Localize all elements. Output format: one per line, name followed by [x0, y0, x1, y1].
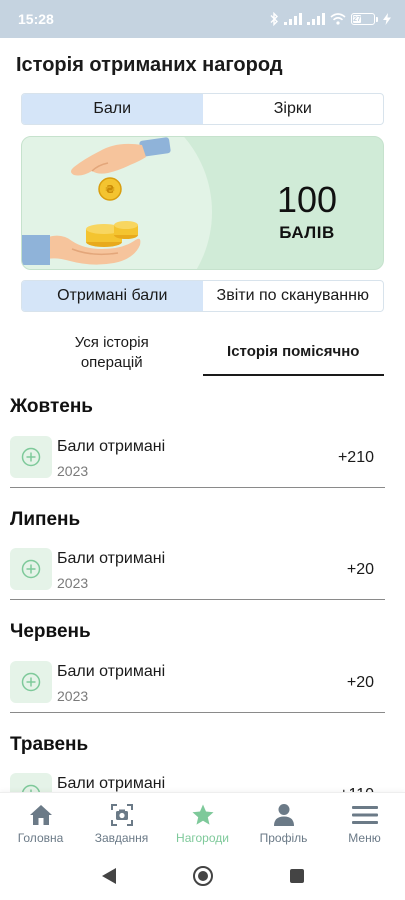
list-item[interactable]: Бали отримані 2023 +20 — [10, 548, 385, 600]
scan-icon — [110, 803, 134, 827]
status-bar: 15:28 27 — [0, 0, 405, 38]
status-icons: 27 — [269, 12, 391, 26]
entry-label: Бали отримані — [57, 663, 166, 680]
nav-rewards[interactable]: Нагороди — [162, 793, 243, 852]
back-triangle-icon — [101, 868, 116, 884]
signal-icon — [284, 13, 302, 25]
back-button[interactable] — [97, 864, 121, 888]
person-icon — [273, 803, 295, 827]
entry-label: Бали отримані — [57, 550, 166, 567]
month-title: Жовтень — [10, 396, 93, 417]
month-title: Травень — [10, 734, 89, 755]
plus-circle-icon — [10, 661, 52, 703]
points-value: 100 — [276, 179, 338, 220]
status-time: 15:28 — [18, 11, 54, 27]
reward-type-tabs: Бали Зірки — [21, 93, 384, 125]
star-icon — [191, 803, 215, 827]
home-circle-icon — [192, 866, 213, 886]
entry-year: 2023 — [57, 463, 89, 479]
tab-monthly-history[interactable]: Історія помісячно — [202, 330, 384, 376]
plus-circle-icon — [10, 436, 52, 478]
tab-scan-reports[interactable]: Звіти по скануванню — [203, 281, 384, 311]
entry-year: 2023 — [57, 688, 89, 704]
nav-menu[interactable]: Меню — [324, 793, 405, 852]
wifi-icon — [330, 13, 346, 25]
svg-text:₴: ₴ — [105, 183, 114, 196]
nav-tasks[interactable]: Завдання — [81, 793, 162, 852]
coins-hands-illustration: ₴ — [22, 137, 171, 265]
nav-menu-label: Меню — [348, 831, 381, 845]
nav-tasks-label: Завдання — [94, 831, 149, 845]
entry-label: Бали отримані — [57, 438, 166, 455]
home-button[interactable] — [191, 864, 215, 888]
entry-amount: +210 — [337, 449, 374, 466]
entry-label: Бали отримані — [57, 775, 166, 792]
menu-icon — [351, 803, 378, 827]
tab-all-history[interactable]: Уся історія операцій — [21, 330, 203, 376]
nav-home[interactable]: Головна — [0, 793, 81, 852]
history-tabs: Уся історія операцій Історія помісячно — [21, 330, 384, 376]
tab-received-points[interactable]: Отримані бали — [22, 281, 203, 311]
recents-button[interactable] — [285, 864, 309, 888]
tab-points[interactable]: Бали — [22, 94, 203, 124]
nav-profile[interactable]: Профіль — [243, 793, 324, 852]
list-item[interactable]: Бали отримані 2023 +20 — [10, 661, 385, 713]
battery-level: 27 — [353, 15, 361, 23]
entry-year: 2023 — [57, 575, 89, 591]
tab-stars[interactable]: Зірки — [203, 94, 384, 124]
signal-icon-2 — [307, 13, 325, 25]
bluetooth-icon — [270, 12, 278, 26]
list-item[interactable]: Бали отримані 2023 +210 — [10, 436, 385, 488]
system-nav — [0, 852, 405, 900]
entry-amount: +20 — [346, 674, 374, 691]
points-source-tabs: Отримані бали Звіти по скануванню — [21, 280, 384, 312]
tab-monthly-history-label: Історія помісячно — [227, 343, 360, 360]
plus-circle-icon — [10, 548, 52, 590]
home-icon — [29, 803, 53, 827]
month-title: Липень — [10, 509, 81, 530]
entry-amount: +20 — [346, 561, 374, 578]
tab-all-history-label: Уся історія операцій — [74, 334, 149, 371]
recents-square-icon — [289, 869, 304, 883]
page-title: Історія отриманих нагород — [16, 54, 283, 76]
points-card: ₴ 100 БАЛІВ — [21, 136, 384, 270]
bottom-nav: Головна Завдання Нагороди Профіль Меню — [0, 792, 405, 852]
month-title: Червень — [10, 621, 91, 642]
nav-home-label: Головна — [17, 831, 64, 845]
battery-icon: 27 — [351, 13, 378, 25]
charging-icon — [383, 13, 391, 25]
nav-rewards-label: Нагороди — [176, 831, 229, 845]
nav-profile-label: Профіль — [259, 831, 308, 845]
points-unit: БАЛІВ — [279, 223, 335, 242]
